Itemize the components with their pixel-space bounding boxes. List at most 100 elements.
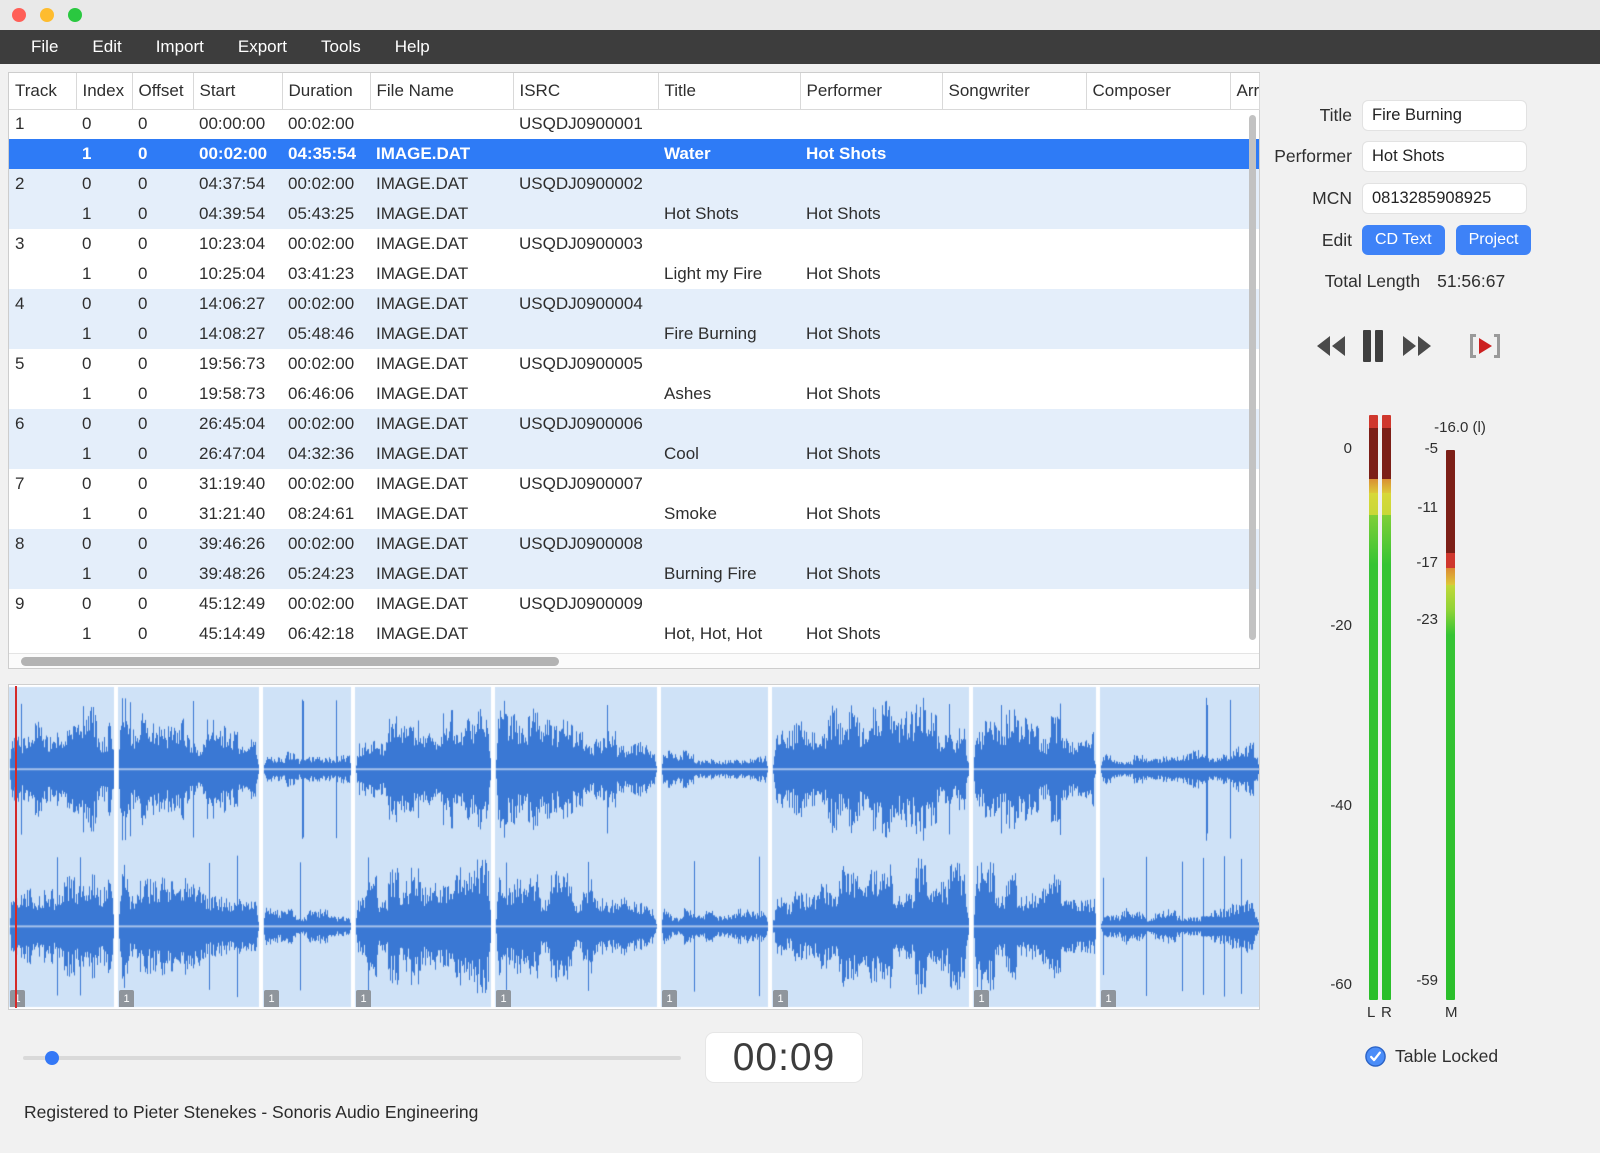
cell-track: 1 xyxy=(9,109,76,139)
mcn-label: MCN xyxy=(1260,188,1352,209)
cell-songwriter xyxy=(942,319,1086,349)
column-header-duration[interactable]: Duration xyxy=(282,73,370,109)
cell-title xyxy=(658,109,800,139)
cell-isrc: USQDJ0900001 xyxy=(513,109,658,139)
cell-offset: 0 xyxy=(132,289,193,319)
cell-composer xyxy=(1086,139,1230,169)
performer-input[interactable] xyxy=(1362,141,1527,172)
cell-start: 31:19:40 xyxy=(193,469,282,499)
cell-performer xyxy=(800,589,942,619)
cell-isrc: USQDJ0900003 xyxy=(513,229,658,259)
cell-start: 19:56:73 xyxy=(193,349,282,379)
title-input[interactable] xyxy=(1362,100,1527,131)
cell-offset: 0 xyxy=(132,559,193,589)
menu-item-tools[interactable]: Tools xyxy=(304,30,378,64)
zoom-window-button[interactable] xyxy=(68,8,82,22)
cell-songwriter xyxy=(942,469,1086,499)
cell-start: 45:12:49 xyxy=(193,589,282,619)
seek-slider[interactable] xyxy=(23,1050,681,1066)
table-row[interactable]: 30010:23:0400:02:00IMAGE.DATUSQDJ0900003 xyxy=(9,229,1259,259)
column-header-offset[interactable]: Offset xyxy=(132,73,193,109)
seek-slider-thumb[interactable] xyxy=(45,1051,59,1065)
table-row[interactable]: 20004:37:5400:02:00IMAGE.DATUSQDJ0900002 xyxy=(9,169,1259,199)
column-header-file-name[interactable]: File Name xyxy=(370,73,513,109)
table-row[interactable]: 90045:12:4900:02:00IMAGE.DATUSQDJ0900009 xyxy=(9,589,1259,619)
cell-file: IMAGE.DAT xyxy=(370,589,513,619)
table-row[interactable]: 80039:46:2600:02:00IMAGE.DATUSQDJ0900008 xyxy=(9,529,1259,559)
playhead-cursor[interactable] xyxy=(15,686,17,1008)
cell-offset: 0 xyxy=(132,469,193,499)
column-header-composer[interactable]: Composer xyxy=(1086,73,1230,109)
table-row[interactable]: 40014:06:2700:02:00IMAGE.DATUSQDJ0900004 xyxy=(9,289,1259,319)
cell-duration: 00:02:00 xyxy=(282,529,370,559)
waveform-display[interactable]: 111111111 xyxy=(8,684,1260,1010)
table-row[interactable]: 1026:47:0404:32:36IMAGE.DATCoolHot Shots xyxy=(9,439,1259,469)
column-header-index[interactable]: Index xyxy=(76,73,132,109)
table-row[interactable]: 1004:39:5405:43:25IMAGE.DATHot ShotsHot … xyxy=(9,199,1259,229)
cell-index: 0 xyxy=(76,289,132,319)
seek-slider-track[interactable] xyxy=(23,1056,681,1060)
table-row[interactable]: 50019:56:7300:02:00IMAGE.DATUSQDJ0900005 xyxy=(9,349,1259,379)
rewind-button[interactable] xyxy=(1315,335,1347,357)
column-header-songwriter[interactable]: Songwriter xyxy=(942,73,1086,109)
cell-songwriter xyxy=(942,139,1086,169)
cell-title xyxy=(658,529,800,559)
cell-performer: Hot Shots xyxy=(800,619,942,649)
column-header-title[interactable]: Title xyxy=(658,73,800,109)
table-vertical-scrollbar-thumb[interactable] xyxy=(1249,115,1256,640)
table-locked-toggle[interactable]: Table Locked xyxy=(1364,1045,1498,1068)
cell-performer xyxy=(800,169,942,199)
cell-offset: 0 xyxy=(132,619,193,649)
table-row[interactable]: 1019:58:7306:46:06IMAGE.DATAshesHot Shot… xyxy=(9,379,1259,409)
meter-scale-label: 0 xyxy=(1312,440,1352,457)
menu-item-edit[interactable]: Edit xyxy=(75,30,138,64)
cell-duration: 08:24:61 xyxy=(282,499,370,529)
cell-composer xyxy=(1086,619,1230,649)
table-horizontal-scrollbar[interactable] xyxy=(9,653,1259,668)
table-row[interactable]: 1010:25:0403:41:23IMAGE.DATLight my Fire… xyxy=(9,259,1259,289)
cell-composer xyxy=(1086,289,1230,319)
table-row[interactable]: 1039:48:2605:24:23IMAGE.DATBurning FireH… xyxy=(9,559,1259,589)
cell-file xyxy=(370,109,513,139)
column-header-start[interactable]: Start xyxy=(193,73,282,109)
insert-marker-button[interactable] xyxy=(1467,331,1503,361)
pause-button[interactable] xyxy=(1361,330,1385,362)
cell-isrc: USQDJ0900004 xyxy=(513,289,658,319)
close-window-button[interactable] xyxy=(12,8,26,22)
table-row[interactable]: 1014:08:2705:48:46IMAGE.DATFire BurningH… xyxy=(9,319,1259,349)
cd-text-button[interactable]: CD Text xyxy=(1362,225,1445,255)
table-row[interactable]: 1045:14:4906:42:18IMAGE.DATHot, Hot, Hot… xyxy=(9,619,1259,649)
table-row[interactable]: 60026:45:0400:02:00IMAGE.DATUSQDJ0900006 xyxy=(9,409,1259,439)
table-row[interactable]: 70031:19:4000:02:00IMAGE.DATUSQDJ0900007 xyxy=(9,469,1259,499)
cell-composer xyxy=(1086,499,1230,529)
waveform-canvas[interactable] xyxy=(9,685,1259,1009)
table-horizontal-scrollbar-thumb[interactable] xyxy=(21,657,559,666)
fast-forward-button[interactable] xyxy=(1401,335,1433,357)
cell-index: 0 xyxy=(76,529,132,559)
cell-title: Fire Burning xyxy=(658,319,800,349)
table-row[interactable]: 1031:21:4008:24:61IMAGE.DATSmokeHot Shot… xyxy=(9,499,1259,529)
column-header-track[interactable]: Track xyxy=(9,73,76,109)
cell-duration: 03:41:23 xyxy=(282,259,370,289)
menu-item-export[interactable]: Export xyxy=(221,30,304,64)
table-vertical-scrollbar[interactable] xyxy=(1247,111,1258,652)
cell-isrc xyxy=(513,439,658,469)
column-header-performer[interactable]: Performer xyxy=(800,73,942,109)
menu-item-help[interactable]: Help xyxy=(378,30,447,64)
cell-duration: 00:02:00 xyxy=(282,409,370,439)
cell-track: 9 xyxy=(9,589,76,619)
minimize-window-button[interactable] xyxy=(40,8,54,22)
cell-track xyxy=(9,619,76,649)
cell-title: Light my Fire xyxy=(658,259,800,289)
project-button[interactable]: Project xyxy=(1456,225,1532,255)
column-header-isrc[interactable]: ISRC xyxy=(513,73,658,109)
table-row[interactable]: 1000:02:0004:35:54IMAGE.DATWaterHot Shot… xyxy=(9,139,1259,169)
table-row[interactable]: 10000:00:0000:02:00USQDJ0900001 xyxy=(9,109,1259,139)
menu-item-import[interactable]: Import xyxy=(139,30,221,64)
column-header-arr[interactable]: Arr xyxy=(1230,73,1259,109)
cell-composer xyxy=(1086,559,1230,589)
mcn-input[interactable] xyxy=(1362,183,1527,214)
edit-label: Edit xyxy=(1260,230,1352,251)
menu-item-file[interactable]: File xyxy=(14,30,75,64)
cell-isrc xyxy=(513,619,658,649)
